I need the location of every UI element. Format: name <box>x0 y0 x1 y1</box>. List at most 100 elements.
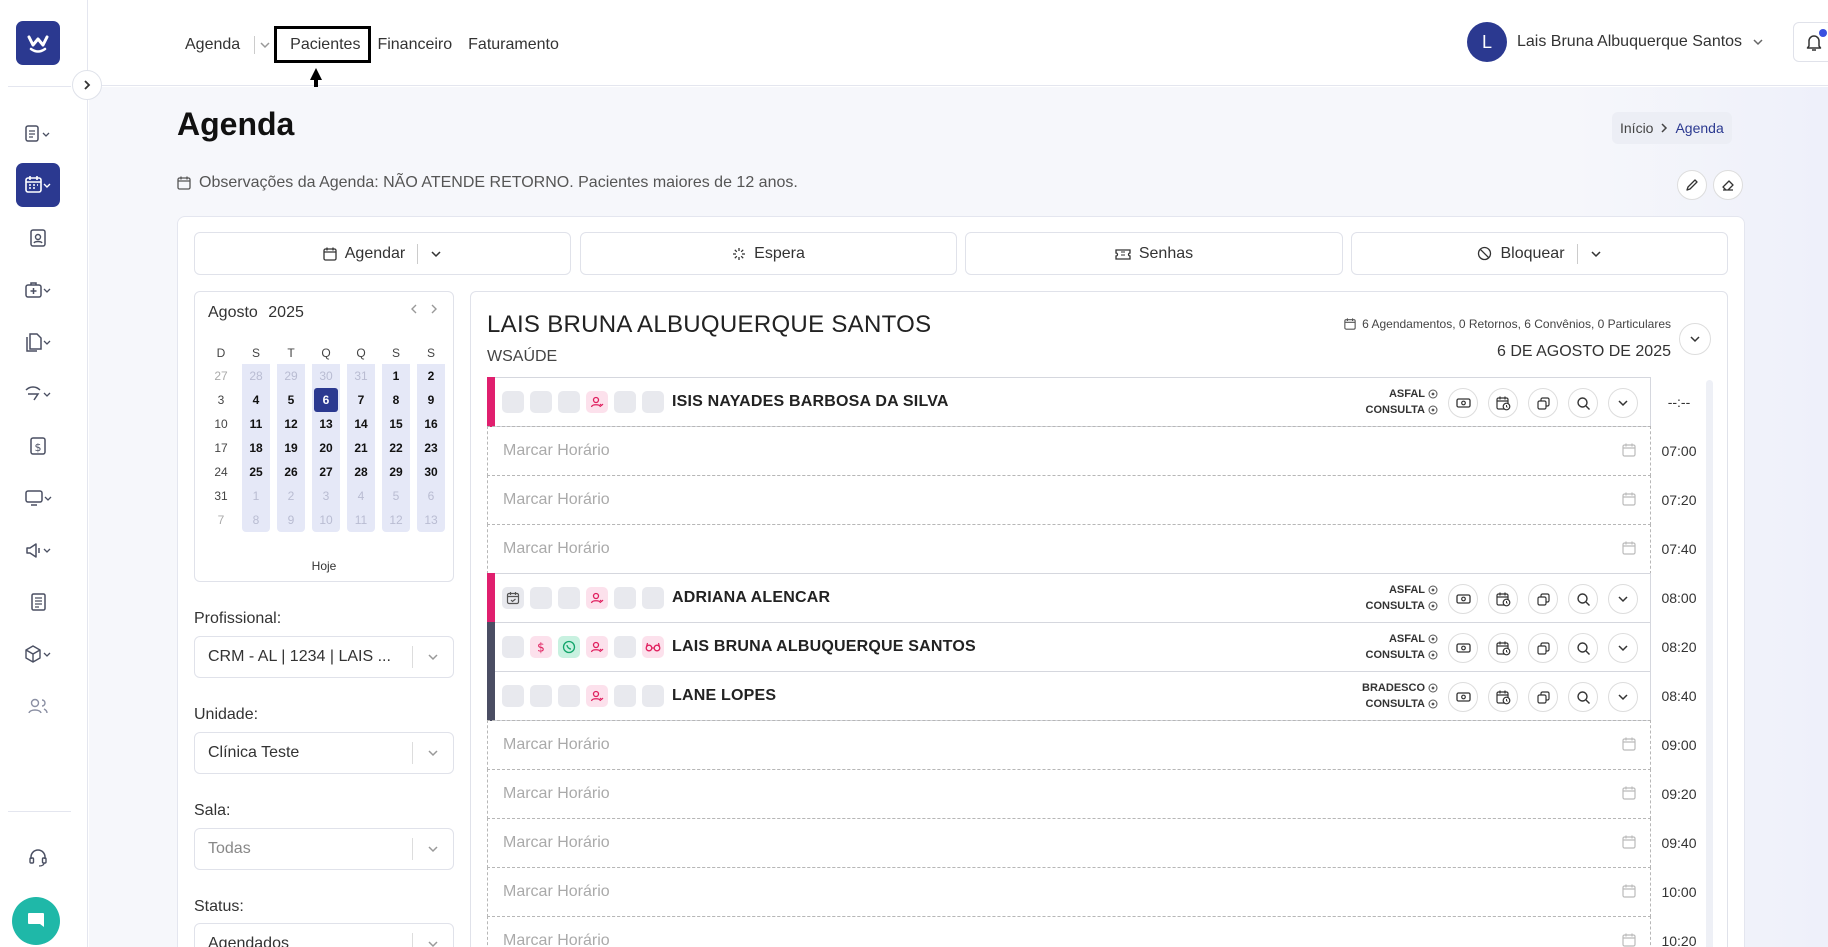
nav-agenda-dropdown-icon[interactable] <box>259 39 271 51</box>
sidebar-item-marketing[interactable] <box>16 528 60 572</box>
calendar-day[interactable]: 9 <box>279 508 303 532</box>
calendar-day[interactable]: 3 <box>209 388 233 412</box>
user-menu[interactable]: L Lais Bruna Albuquerque Santos <box>1467 22 1764 62</box>
patient-name[interactable]: LAIS BRUNA ALBUQUERQUE SANTOS <box>672 638 976 656</box>
appointment-card[interactable]: ADRIANA ALENCAR ASFAL CONSULTA <box>487 573 1651 623</box>
payment-button[interactable] <box>1448 388 1478 418</box>
patient-name[interactable]: LANE LOPES <box>672 687 776 705</box>
calendar-day[interactable]: 22 <box>384 436 408 460</box>
calendar-day[interactable]: 26 <box>279 460 303 484</box>
prev-month-icon[interactable] <box>409 304 419 314</box>
book-slot[interactable]: Marcar Horário <box>487 769 1651 819</box>
status-placeholder-icon[interactable] <box>530 391 552 413</box>
calendar-day[interactable]: 24 <box>209 460 233 484</box>
status-placeholder-icon[interactable] <box>558 685 580 707</box>
book-slot[interactable]: Marcar Horário <box>487 524 1651 574</box>
reschedule-button[interactable] <box>1488 633 1518 663</box>
reschedule-button[interactable] <box>1488 584 1518 614</box>
senhas-button[interactable]: Senhas <box>965 232 1343 275</box>
calendar-day[interactable]: 11 <box>244 412 268 436</box>
status-placeholder-icon[interactable] <box>614 587 636 609</box>
calendar-day[interactable]: 29 <box>384 460 408 484</box>
appointment-card[interactable]: ISIS NAYADES BARBOSA DA SILVA ASFAL CONSUL… <box>487 377 1651 427</box>
user-icon[interactable] <box>586 636 608 658</box>
calendar-day[interactable]: 9 <box>419 388 443 412</box>
calendar-day[interactable]: 30 <box>419 460 443 484</box>
unidade-select[interactable]: Clínica Teste <box>194 732 454 774</box>
calendar-day[interactable]: 2 <box>419 364 443 388</box>
glasses-icon[interactable] <box>642 636 664 658</box>
book-slot[interactable]: Marcar Horário <box>487 867 1651 917</box>
calendar-day[interactable]: 4 <box>349 484 373 508</box>
edit-observations-button[interactable] <box>1677 170 1707 200</box>
calendar-day[interactable]: 13 <box>314 412 338 436</box>
calendar-day[interactable]: 19 <box>279 436 303 460</box>
calendar-day[interactable]: 5 <box>384 484 408 508</box>
appointment-card[interactable]: $ LAIS BRUNA ALBUQUERQUE SANTOS ASFAL CONSU… <box>487 622 1651 672</box>
patient-name[interactable]: ISIS NAYADES BARBOSA DA SILVA <box>672 393 949 411</box>
sidebar-item-documents[interactable] <box>16 320 60 364</box>
calendar-day[interactable]: 3 <box>314 484 338 508</box>
calendar-day[interactable]: 12 <box>384 508 408 532</box>
calendar-day[interactable]: 7 <box>209 508 233 532</box>
sidebar-item-support[interactable] <box>16 836 60 880</box>
agendar-button[interactable]: Agendar <box>194 232 571 275</box>
clear-observations-button[interactable] <box>1713 170 1743 200</box>
calendar-day[interactable]: 10 <box>209 412 233 436</box>
sala-select[interactable]: Todas <box>194 828 454 870</box>
calendar-day[interactable]: 15 <box>384 412 408 436</box>
status-select[interactable]: Agendados <box>194 923 454 947</box>
status-placeholder-icon[interactable] <box>642 391 664 413</box>
calendar-icon[interactable] <box>502 587 524 609</box>
calendar-day[interactable]: 28 <box>349 460 373 484</box>
copy-button[interactable] <box>1528 584 1558 614</box>
nav-faturamento[interactable]: Faturamento <box>460 30 567 60</box>
reschedule-button[interactable] <box>1488 682 1518 712</box>
details-button[interactable] <box>1568 682 1598 712</box>
calendar-day[interactable]: 13 <box>419 508 443 532</box>
payment-button[interactable] <box>1448 682 1478 712</box>
sidebar-item-monitor[interactable] <box>16 476 60 520</box>
more-actions-button[interactable] <box>1608 584 1638 614</box>
more-actions-button[interactable] <box>1608 682 1638 712</box>
espera-button[interactable]: Espera <box>580 232 957 275</box>
status-placeholder-icon[interactable] <box>642 587 664 609</box>
reschedule-button[interactable] <box>1488 388 1518 418</box>
status-placeholder-icon[interactable] <box>530 587 552 609</box>
calendar-day[interactable]: 8 <box>384 388 408 412</box>
copy-button[interactable] <box>1528 682 1558 712</box>
status-placeholder-icon[interactable] <box>614 636 636 658</box>
book-slot[interactable]: Marcar Horário <box>487 426 1651 476</box>
calendar-day[interactable]: 14 <box>349 412 373 436</box>
calendar-day[interactable]: 6 <box>314 388 338 412</box>
calendar-day[interactable]: 12 <box>279 412 303 436</box>
sidebar-item-financial[interactable]: $ <box>16 424 60 468</box>
chat-bubble-button[interactable] <box>12 897 60 945</box>
calendar-day[interactable]: 16 <box>419 412 443 436</box>
user-icon[interactable] <box>586 587 608 609</box>
calendar-day[interactable]: 7 <box>349 388 373 412</box>
chevron-down-icon[interactable] <box>430 248 442 260</box>
payment-button[interactable] <box>1448 633 1478 663</box>
more-actions-button[interactable] <box>1608 388 1638 418</box>
calendar-day[interactable]: 28 <box>244 364 268 388</box>
book-slot[interactable]: Marcar Horário <box>487 916 1651 947</box>
status-placeholder-icon[interactable] <box>614 685 636 707</box>
schedule-scrollbar[interactable] <box>1706 380 1713 947</box>
appointment-card[interactable]: LANE LOPES BRADESCO CONSULTA <box>487 671 1651 721</box>
calendar-day[interactable]: 8 <box>244 508 268 532</box>
status-placeholder-icon[interactable] <box>614 391 636 413</box>
details-button[interactable] <box>1568 633 1598 663</box>
calendar-day[interactable]: 10 <box>314 508 338 532</box>
bloquear-button[interactable]: Bloquear <box>1351 232 1728 275</box>
calendar-day[interactable]: 27 <box>209 364 233 388</box>
payment-button[interactable] <box>1448 584 1478 614</box>
calendar-day[interactable]: 21 <box>349 436 373 460</box>
status-placeholder-icon[interactable] <box>558 587 580 609</box>
sidebar-item-forms[interactable] <box>16 580 60 624</box>
sidebar-item-users[interactable] <box>16 684 60 728</box>
schedule-collapse-button[interactable] <box>1679 323 1711 355</box>
patient-name[interactable]: ADRIANA ALENCAR <box>672 589 830 607</box>
breadcrumb-home[interactable]: Início <box>1620 120 1653 136</box>
sidebar-item-agenda[interactable] <box>16 163 60 207</box>
